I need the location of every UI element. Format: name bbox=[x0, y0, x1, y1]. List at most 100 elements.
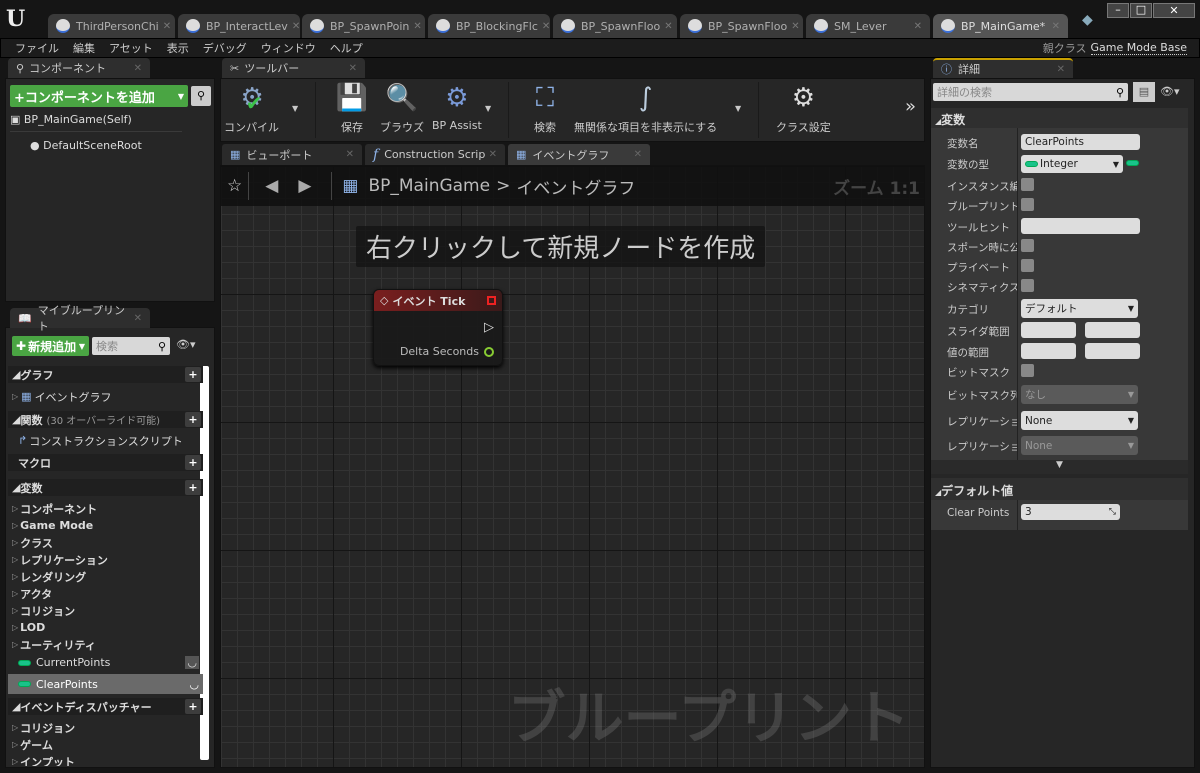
menu-window[interactable]: ウィンドウ bbox=[261, 40, 316, 56]
add-dispatcher-button[interactable]: + bbox=[185, 699, 201, 714]
add-graph-button[interactable]: + bbox=[185, 367, 201, 382]
search-icon[interactable]: ⚲ bbox=[191, 86, 211, 106]
close-icon[interactable]: ✕ bbox=[288, 21, 300, 32]
document-tab[interactable]: BP_BlockingFlc ✕ bbox=[428, 14, 550, 38]
document-tab[interactable]: BP_SpawnPoin ✕ bbox=[302, 14, 425, 38]
variable-category[interactable]: ▷ レンダリング bbox=[8, 568, 203, 585]
slider-range-max-input[interactable] bbox=[1085, 322, 1140, 338]
maximize-button[interactable]: □ bbox=[1130, 3, 1152, 18]
bp-assist-dropdown[interactable]: ▼ bbox=[485, 104, 491, 113]
expose-toggle-icon[interactable]: ◡ bbox=[185, 656, 199, 669]
variable-name-input[interactable]: ClearPoints bbox=[1021, 134, 1140, 150]
component-self[interactable]: ▣ BP_MainGame(Self) bbox=[10, 113, 132, 126]
browse-button[interactable]: 🔍 ブラウズ bbox=[380, 82, 424, 135]
variable-current-points[interactable]: CurrentPoints ◡ bbox=[8, 654, 203, 671]
section-default-value-header[interactable]: ◢デフォルト値 bbox=[931, 478, 1188, 500]
variable-type-dropdown[interactable]: Integer ▼ bbox=[1021, 155, 1123, 173]
category-dropdown[interactable]: デフォルト ▼ bbox=[1021, 299, 1138, 318]
section-functions[interactable]: ◢ 関数 (30 オーバーライド可能) + bbox=[8, 411, 203, 428]
details-search-input[interactable]: 詳細の検索 ⚲ bbox=[933, 83, 1128, 101]
close-icon[interactable]: ✕ bbox=[346, 149, 354, 160]
event-graph-item[interactable]: ▷ ▦ イベントグラフ bbox=[8, 388, 203, 405]
expose-spawn-checkbox[interactable] bbox=[1021, 239, 1034, 252]
view-options-eye-icon[interactable]: 👁▾ bbox=[176, 338, 196, 351]
event-graph-canvas[interactable]: ☆ ◀ ▶ ▦ BP_MainGame > イベントグラフ ズーム 1:1 右ク… bbox=[220, 165, 925, 768]
menu-view[interactable]: 表示 bbox=[167, 40, 189, 56]
section-graphs[interactable]: ◢ グラフ + bbox=[8, 366, 203, 383]
variable-clear-points[interactable]: ClearPoints ◡ bbox=[8, 674, 203, 694]
close-icon[interactable]: ✕ bbox=[134, 313, 142, 324]
tab-components[interactable]: ⚲ コンポーネント ✕ bbox=[8, 58, 150, 78]
bitmask-checkbox[interactable] bbox=[1021, 364, 1034, 377]
compile-button[interactable]: ⚙ ✔ コンパイル bbox=[224, 82, 279, 135]
document-tab[interactable]: ThirdPersonChi ✕ bbox=[48, 14, 175, 38]
hide-unrelated-button[interactable]: ∫ 無関係な項目を非表示にする bbox=[574, 82, 717, 135]
delegate-pin-icon[interactable] bbox=[487, 296, 496, 305]
close-icon[interactable]: ✕ bbox=[538, 21, 550, 32]
advanced-expand-icon[interactable]: ▼ bbox=[931, 460, 1188, 474]
close-icon[interactable]: ✕ bbox=[349, 63, 357, 74]
dispatcher-category[interactable]: ▷ コリジョン bbox=[8, 719, 203, 736]
variable-category[interactable]: ▷ コンポーネント bbox=[8, 500, 203, 517]
breadcrumb-root[interactable]: BP_MainGame bbox=[368, 176, 490, 196]
close-icon[interactable]: ✕ bbox=[634, 149, 642, 160]
add-new-button[interactable]: ✚ 新規追加 ▼ bbox=[12, 336, 89, 356]
back-arrow-icon[interactable]: ◀ bbox=[265, 176, 278, 196]
section-variable-header[interactable]: ◢変数 bbox=[931, 108, 1188, 128]
bp-readonly-checkbox[interactable] bbox=[1021, 198, 1034, 211]
variable-category[interactable]: ▷ コリジョン bbox=[8, 602, 203, 619]
add-variable-button[interactable]: + bbox=[185, 480, 201, 495]
float-pin-icon[interactable] bbox=[484, 346, 494, 357]
add-component-button[interactable]: +コンポーネントを追加 ▼ bbox=[10, 85, 188, 107]
toolbar-overflow-icon[interactable]: » bbox=[905, 96, 916, 117]
value-range-max-input[interactable] bbox=[1085, 343, 1140, 359]
hide-unrelated-dropdown[interactable]: ▼ bbox=[735, 104, 741, 113]
variable-category[interactable]: ▷ Game Mode bbox=[8, 517, 203, 534]
close-icon[interactable]: ✕ bbox=[660, 21, 672, 32]
forward-arrow-icon[interactable]: ▶ bbox=[298, 176, 311, 196]
variable-category[interactable]: ▷ アクタ bbox=[8, 585, 203, 602]
section-macros[interactable]: マクロ + bbox=[8, 454, 203, 471]
component-default-scene-root[interactable]: ● DefaultSceneRoot bbox=[30, 139, 142, 152]
property-matrix-button[interactable]: ▤ bbox=[1133, 82, 1155, 102]
variable-category[interactable]: ▷ ユーティリティ bbox=[8, 636, 203, 653]
document-tab[interactable]: SM_Lever ✕ bbox=[806, 14, 930, 38]
add-function-button[interactable]: + bbox=[185, 412, 201, 427]
variable-category[interactable]: ▷ LOD bbox=[8, 619, 203, 636]
instance-editable-checkbox[interactable] bbox=[1021, 178, 1034, 191]
menu-file[interactable]: ファイル bbox=[15, 40, 59, 56]
add-macro-button[interactable]: + bbox=[185, 455, 201, 470]
section-variables[interactable]: ◢ 変数 + bbox=[8, 479, 203, 496]
close-icon[interactable]: ✕ bbox=[409, 21, 421, 32]
favorite-star-icon[interactable]: ☆ bbox=[227, 176, 242, 196]
tab-details[interactable]: ⓘ 詳細 ✕ bbox=[933, 58, 1073, 78]
bp-assist-button[interactable]: ⚙ BP Assist bbox=[432, 82, 482, 132]
close-icon[interactable]: ✕ bbox=[1048, 21, 1060, 32]
value-range-min-input[interactable] bbox=[1021, 343, 1076, 359]
minimize-button[interactable]: – bbox=[1107, 3, 1129, 18]
tab-toolbar[interactable]: ✂ ツールバー ✕ bbox=[222, 58, 365, 78]
tab-my-blueprint[interactable]: 📖 マイブループリント ✕ bbox=[10, 304, 150, 333]
document-tab[interactable]: BP_InteractLev ✕ bbox=[178, 14, 300, 38]
clear-points-default-input[interactable]: 3 ⤡ bbox=[1021, 504, 1120, 520]
exec-pin-icon[interactable]: ▷ bbox=[484, 320, 494, 335]
variable-category[interactable]: ▷ レプリケーション bbox=[8, 551, 203, 568]
document-tab[interactable]: BP_SpawnFloo ✕ bbox=[680, 14, 803, 38]
close-icon[interactable]: ✕ bbox=[159, 21, 171, 32]
save-button[interactable]: 💾 保存 bbox=[335, 82, 369, 135]
document-tab[interactable]: BP_MainGame* ✕ bbox=[933, 14, 1068, 38]
expose-toggle-icon[interactable]: ◡ bbox=[189, 678, 199, 691]
parent-class-link[interactable]: Game Mode Base bbox=[1090, 41, 1187, 55]
menu-help[interactable]: ヘルプ bbox=[330, 40, 363, 56]
private-checkbox[interactable] bbox=[1021, 259, 1034, 272]
my-blueprint-search-input[interactable]: 検索 ⚲ bbox=[92, 337, 170, 355]
menu-debug[interactable]: デバッグ bbox=[203, 40, 247, 56]
tab-construction-script[interactable]: f Construction Scrip ✕ bbox=[365, 144, 505, 165]
dispatcher-category[interactable]: ▷ インプット bbox=[8, 753, 203, 767]
menu-asset[interactable]: アセット bbox=[109, 40, 153, 56]
document-tab[interactable]: BP_SpawnFloo ✕ bbox=[553, 14, 677, 38]
close-icon[interactable]: ✕ bbox=[1057, 64, 1065, 75]
container-type-icon[interactable] bbox=[1126, 160, 1139, 166]
class-settings-button[interactable]: ⚙ クラス設定 bbox=[776, 82, 831, 135]
slider-range-min-input[interactable] bbox=[1021, 322, 1076, 338]
